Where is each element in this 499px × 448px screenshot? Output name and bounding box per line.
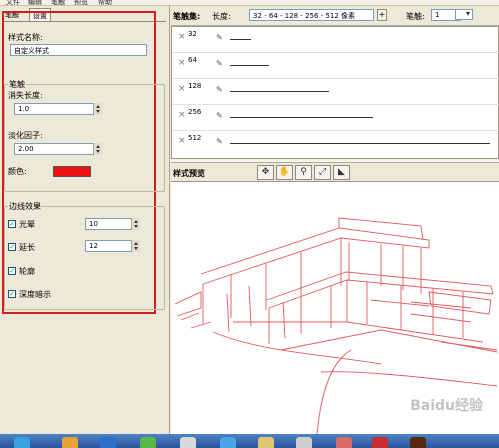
add-length-button[interactable]: + xyxy=(377,9,387,21)
brush-icon: ✎ xyxy=(216,85,223,94)
stroke-size: 32 xyxy=(188,30,197,38)
stroke-dropdown-button[interactable] xyxy=(455,9,473,20)
halo-checkbox[interactable]: ✓ xyxy=(8,220,16,228)
remove-icon[interactable]: × xyxy=(178,58,186,68)
app-icon[interactable] xyxy=(258,437,274,448)
start-icon[interactable] xyxy=(14,437,30,448)
extension-spinner[interactable] xyxy=(131,240,140,252)
stroke-size: 64 xyxy=(188,56,197,64)
watermark: Baidu经验 xyxy=(410,398,483,414)
brush-icon: ✎ xyxy=(216,137,223,146)
remove-icon[interactable]: × xyxy=(178,110,186,120)
stroke-row[interactable]: × 64 ✎ xyxy=(172,53,499,79)
profile-checkbox[interactable]: ✓ xyxy=(8,267,16,275)
stroke-sample xyxy=(230,39,251,40)
color-label: 颜色: xyxy=(8,167,27,176)
fade-factor-label: 淡化因子: xyxy=(8,131,43,140)
remove-icon[interactable]: × xyxy=(178,136,186,146)
app-icon[interactable] xyxy=(100,437,116,448)
color-swatch[interactable] xyxy=(53,166,91,177)
app-icon[interactable] xyxy=(296,437,312,448)
app-icon[interactable] xyxy=(220,437,236,448)
fade-length-input[interactable]: 1.0 xyxy=(14,103,102,115)
orbit-icon[interactable]: ✥ xyxy=(257,165,274,180)
app-icon[interactable] xyxy=(62,437,78,448)
stroke-row[interactable]: × 512 ✎ xyxy=(172,131,499,157)
app-icon[interactable] xyxy=(140,437,156,448)
stroke-size: 512 xyxy=(188,134,202,142)
settings-panel: 笔触 设置 样式名称: 自定义样式 笔触 消失长度: 1.0 淡化因子: 2.0… xyxy=(0,6,170,434)
taskbar xyxy=(0,434,499,448)
app-window: 文件 编辑 笔触 预览 帮助 笔触 设置 样式名称: 自定义样式 笔触 消失长度… xyxy=(0,0,499,448)
profile-label: 轮廓 xyxy=(19,267,35,276)
preview-toolbar: 样式预览 ✥ ✋ ⚲ ⤢ ◣ xyxy=(171,162,499,182)
stroke-set-toolbar: 笔触集: 长度: 32 - 64 - 128 - 256 - 512 像素 + … xyxy=(171,6,499,26)
length-field[interactable]: 32 - 64 - 128 - 256 - 512 像素 xyxy=(249,9,374,21)
depth-cue-checkbox[interactable]: ✓ xyxy=(8,290,16,298)
style-name-input[interactable]: 自定义样式 xyxy=(10,44,147,56)
remove-icon[interactable]: × xyxy=(178,84,186,94)
halo-label: 光晕 xyxy=(19,220,35,229)
stroke-row[interactable]: × 128 ✎ xyxy=(172,79,499,105)
camera-icon[interactable]: ◣ xyxy=(333,165,350,180)
app-icon[interactable] xyxy=(180,437,196,448)
pan-icon[interactable]: ✋ xyxy=(276,165,293,180)
stroke-group-label: 笔触 xyxy=(8,79,26,90)
extension-checkbox[interactable]: ✓ xyxy=(8,243,16,251)
stroke-list: × 32 ✎ × 64 ✎ × 128 ✎ × 256 ✎ × 512 ✎ xyxy=(171,26,499,159)
edge-effects-label: 边线效果 xyxy=(8,201,42,212)
remove-icon[interactable]: × xyxy=(178,32,186,42)
fade-length-label: 消失长度: xyxy=(8,91,43,100)
fade-factor-input[interactable]: 2.00 xyxy=(14,143,102,155)
brush-icon: ✎ xyxy=(216,33,223,42)
zoom-extents-icon[interactable]: ⤢ xyxy=(314,165,331,180)
depth-cue-label: 深度暗示 xyxy=(19,290,51,299)
app-icon[interactable] xyxy=(336,437,352,448)
stroke-label: 笔触: xyxy=(406,12,425,21)
stroke-sample xyxy=(230,65,269,66)
stroke-size: 256 xyxy=(188,108,202,116)
app-icon[interactable] xyxy=(410,437,426,448)
length-label: 长度: xyxy=(212,12,231,21)
fade-factor-spinner[interactable] xyxy=(93,143,102,155)
stroke-sample xyxy=(230,143,490,144)
preview-title: 样式预览 xyxy=(173,169,205,178)
stroke-row[interactable]: × 256 ✎ xyxy=(172,105,499,131)
brush-icon: ✎ xyxy=(216,59,223,68)
stroke-row[interactable]: × 32 ✎ xyxy=(172,27,499,53)
stroke-size: 128 xyxy=(188,82,202,90)
halo-spinner[interactable] xyxy=(131,218,140,230)
stroke-set-title: 笔触集: xyxy=(173,12,201,21)
fade-length-spinner[interactable] xyxy=(93,103,102,115)
stroke-sample xyxy=(230,117,373,118)
stroke-sample xyxy=(230,91,329,92)
style-name-label: 样式名称: xyxy=(8,33,43,42)
brush-icon: ✎ xyxy=(216,111,223,120)
extension-label: 延长 xyxy=(19,243,35,252)
zoom-icon[interactable]: ⚲ xyxy=(295,165,312,180)
app-icon[interactable] xyxy=(372,437,388,448)
main-area: 笔触集: 长度: 32 - 64 - 128 - 256 - 512 像素 + … xyxy=(171,6,499,434)
